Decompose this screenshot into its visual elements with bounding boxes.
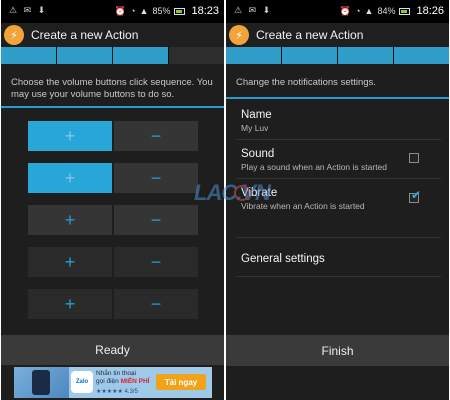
volume-down-button[interactable]: −	[114, 163, 198, 193]
step-1	[226, 47, 281, 64]
divider-line	[226, 97, 449, 99]
download-button[interactable]: Tải ngay	[156, 374, 206, 390]
alarm-icon: ⏰	[339, 6, 352, 16]
step-2	[282, 47, 337, 64]
status-bar: ⚠ ✉ ⬇ ⏰ ◔ ▲ 84% 18:26	[226, 0, 449, 23]
divider	[236, 237, 441, 238]
divider-line	[1, 106, 224, 108]
step-progress	[226, 47, 449, 64]
notification-icons: ⚠ ✉ ⬇	[234, 5, 273, 15]
action-bar: ⚡ Create a new Action	[226, 23, 449, 47]
ad-text: Nhắn tin thoại gọi điện MIỄN PHÍ	[96, 370, 150, 386]
sequence-row: + −	[28, 205, 199, 235]
volume-up-button[interactable]: +	[28, 247, 112, 277]
app-icon[interactable]: ⚡	[4, 25, 24, 45]
ad-banner[interactable]: Zalo Nhắn tin thoại gọi điện MIỄN PHÍ ★★…	[14, 367, 212, 398]
phone-illustration	[32, 370, 50, 395]
app-icon[interactable]: ⚡	[229, 25, 249, 45]
setting-general[interactable]: General settings	[241, 252, 441, 266]
setting-title: Name	[241, 109, 272, 121]
setting-title: General settings	[241, 253, 325, 265]
setting-description: Play a sound when an Action is started	[241, 162, 388, 172]
step-1	[1, 47, 56, 64]
page-title: Create a new Action	[31, 28, 139, 42]
battery-percent: 84%	[377, 6, 396, 16]
volume-down-button[interactable]: −	[114, 121, 198, 151]
zalo-logo: Zalo	[71, 371, 93, 393]
watermark-text: LAC.VN	[194, 180, 271, 205]
volume-down-button[interactable]: −	[114, 247, 198, 277]
watermark-logo: LAC.VN	[194, 180, 271, 218]
finish-button[interactable]: Finish	[226, 335, 449, 366]
wifi-icon: ◔	[130, 6, 136, 16]
clock: 18:23	[191, 5, 219, 17]
ad-rating: ★★★★★ 4.3/5	[96, 389, 138, 395]
volume-up-button[interactable]: +	[28, 163, 112, 193]
battery-icon	[174, 7, 186, 15]
battery-icon	[399, 7, 411, 15]
divider	[236, 139, 441, 140]
divider	[236, 276, 441, 277]
step-progress	[1, 47, 224, 64]
instructions-text: Change the notifications settings.	[236, 77, 376, 88]
signal-icon: ▲	[139, 6, 149, 16]
step-4	[169, 47, 224, 64]
notification-icons: ⚠ ✉ ⬇	[9, 5, 48, 15]
volume-up-button[interactable]: +	[28, 205, 112, 235]
step-4	[394, 47, 449, 64]
volume-up-button[interactable]: +	[28, 121, 112, 151]
volume-down-button[interactable]: −	[114, 289, 198, 319]
battery-percent: 85%	[152, 6, 171, 16]
instructions-text: Choose the volume buttons click sequence…	[11, 77, 213, 100]
ad-line-2: gọi điện	[96, 378, 119, 385]
volume-down-button[interactable]: −	[114, 205, 198, 235]
sound-checkbox[interactable]	[409, 153, 419, 163]
left-screen: ⚠ ✉ ⬇ ⏰ ◔ ▲ 85% 18:23 ⚡ Create a new Act…	[1, 0, 224, 400]
divider	[236, 178, 441, 179]
sequence-row: + −	[28, 163, 199, 193]
status-bar: ⚠ ✉ ⬇ ⏰ ◔ ▲ 85% 18:23	[1, 0, 224, 23]
step-2	[57, 47, 112, 64]
vibrate-checkbox[interactable]: ✔	[409, 188, 421, 203]
sequence-row: + −	[28, 121, 199, 151]
clock: 18:26	[416, 5, 444, 17]
step-3	[338, 47, 393, 64]
check-icon: ✔	[411, 188, 422, 202]
ready-button[interactable]: Ready	[1, 335, 224, 365]
ad-line-1: Nhắn tin thoại	[96, 370, 137, 377]
ad-highlight: MIỄN PHÍ	[120, 378, 150, 385]
volume-sequence-grid: + − + − + − + − + −	[28, 121, 199, 331]
volume-up-button[interactable]: +	[28, 289, 112, 319]
sequence-row: + −	[28, 289, 199, 319]
action-bar: ⚡ Create a new Action	[1, 23, 224, 47]
alarm-icon: ⏰	[114, 6, 127, 16]
setting-value: My Luv	[241, 123, 269, 133]
step-3	[113, 47, 168, 64]
setting-name[interactable]: Name My Luv	[241, 108, 441, 134]
signal-icon: ▲	[364, 6, 374, 16]
sequence-row: + −	[28, 247, 199, 277]
watermark-ring	[234, 185, 250, 201]
wifi-icon: ◔	[355, 6, 361, 16]
page-title: Create a new Action	[256, 28, 364, 42]
